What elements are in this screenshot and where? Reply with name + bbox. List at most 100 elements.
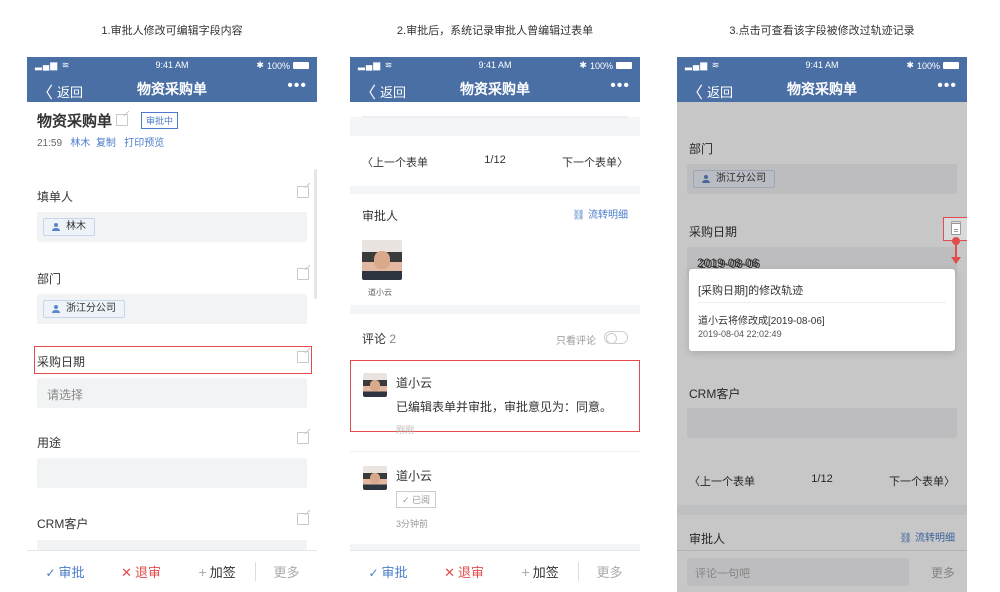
comment1-avatar [363, 373, 387, 397]
add-sign-button[interactable]: + 加签 [179, 562, 255, 581]
more-button[interactable]: 更多 [255, 562, 317, 581]
comment2-time: 3分钟前 [396, 519, 429, 529]
cross-icon: ✕ [444, 565, 456, 580]
bottom-action-bar: ✓ 审批 ✕ 退审 + 加签 更多 [27, 550, 317, 592]
phone-screen-3: ▂▄▆ ≋ 9:41 AM ✱ 100% 〈返回 物资采购单 ••• 部门 浙江分… [677, 57, 967, 592]
popup-change-text: 道小云将修改成[2019-08-06] [698, 316, 825, 327]
comment1-text: 已编辑表单并审批，审批意见为：同意。 [396, 400, 613, 414]
status-bar: ▂▄▆ ≋ 9:41 AM ✱ 100% [27, 57, 317, 73]
highlight-comment [350, 360, 640, 432]
user-chip: 林木 [43, 218, 95, 236]
popup-divider [698, 302, 946, 303]
nav-bar: 〈返回 物资采购单 ••• [677, 73, 967, 102]
edit-usage-icon[interactable] [297, 432, 309, 444]
page-title: 物资采购单 [137, 81, 207, 97]
nav-bar: 〈返回 物资采购单 ••• [27, 73, 317, 102]
popup-change-time: 2019-08-04 22:02:49 [698, 329, 782, 339]
caption-1: 1.审批人修改可编辑字段内容 [101, 25, 243, 37]
form-body: 物资采购单 审批中 21:59 林木 复制 打印预览 填单人 林木 部门 浙江分… [27, 102, 317, 570]
add-sign-button[interactable]: + 加签 [502, 562, 578, 581]
print-preview-link[interactable]: 打印预览 [124, 138, 164, 149]
edit-crm-icon[interactable] [297, 513, 309, 525]
next-form-button[interactable]: 下一个表单〉 [562, 154, 628, 170]
battery-percent: 100% [589, 60, 613, 71]
nav-bar: 〈返回 物资采购单 ••• [350, 73, 640, 102]
filler-field[interactable]: 林木 [37, 212, 307, 242]
comment1-time: 刚刚 [396, 425, 415, 435]
person-icon [52, 223, 60, 231]
history-icon-highlighted[interactable] [951, 223, 961, 235]
plus-icon: + [521, 564, 530, 580]
bluetooth-icon: ✱ [256, 60, 264, 70]
flow-icon: ⛓ [572, 210, 586, 221]
caption-2: 2.审批后，系统记录审批人曾编辑过表单 [396, 25, 594, 37]
meta-time: 21:59 [37, 138, 63, 149]
date-field[interactable]: 请选择 [37, 378, 307, 408]
form-pager: 〈上一个表单 1/12 下一个表单〉 [350, 136, 640, 186]
page-title: 物资采购单 [787, 81, 857, 97]
edit-dept-icon[interactable] [297, 268, 309, 280]
check-icon: ✓ [368, 566, 379, 580]
caption-3: 3.点击可查看该字段被修改过轨迹记录 [729, 25, 915, 37]
edit-filler-icon[interactable] [297, 186, 309, 198]
only-comments-toggle[interactable] [604, 331, 628, 344]
bluetooth-icon: ✱ [579, 60, 587, 70]
reject-button[interactable]: ✕ 退审 [426, 562, 502, 581]
status-bar: ▂▄▆ ≋ 9:41 AM ✱ 100% [677, 57, 967, 73]
date-label: 采购日期 [37, 355, 86, 369]
check-icon: ✓ [45, 566, 56, 580]
crm-label: CRM客户 [37, 517, 89, 531]
usage-label: 用途 [37, 436, 62, 450]
approver-section: 审批人 ⛓ 流转明细 道小云 [350, 194, 640, 305]
dept-field[interactable]: 浙江分公司 [37, 294, 307, 324]
comments-section: 评论 2 只看评论 道小云 已编辑表单并审批，审批意见为：同意。 刚刚 道小云 … [350, 314, 640, 544]
more-menu-button[interactable]: ••• [287, 77, 307, 95]
popup-title: [采购日期]的修改轨迹 [698, 285, 804, 297]
status-bar: ▂▄▆ ≋ 9:41 AM ✱ 100% [350, 57, 640, 73]
cross-icon: ✕ [121, 565, 133, 580]
date-placeholder: 请选择 [47, 388, 84, 402]
approve-button[interactable]: ✓ 审批 [27, 562, 103, 581]
comments-label: 评论 [362, 332, 387, 346]
bluetooth-icon: ✱ [906, 60, 914, 70]
history-popup: [采购日期]的修改轨迹 道小云将修改成[2019-08-06] 2019-08-… [689, 269, 955, 351]
comment2-avatar [363, 466, 387, 490]
comments-count: 2 [389, 332, 397, 346]
more-menu-button[interactable]: ••• [610, 77, 630, 95]
page-title: 物资采购单 [460, 81, 530, 97]
dept-label: 部门 [37, 272, 62, 286]
arrow-head-icon [951, 257, 961, 264]
flow-detail-link[interactable]: ⛓ 流转明细 [573, 206, 628, 221]
more-button[interactable]: 更多 [578, 562, 640, 581]
status-badge: 审批中 [141, 112, 179, 129]
battery-icon [943, 62, 959, 69]
meta-user: 林木 [70, 138, 91, 149]
scrollbar[interactable] [314, 169, 317, 299]
bottom-action-bar: ✓ 审批 ✕ 退审 + 加签 更多 [350, 550, 640, 592]
person-icon [52, 305, 60, 313]
separator-line [362, 116, 628, 118]
usage-field[interactable] [37, 458, 307, 488]
edit-date-icon[interactable] [297, 351, 309, 363]
approver-name: 道小云 [368, 288, 392, 297]
filler-label: 填单人 [37, 190, 74, 204]
more-menu-button[interactable]: ••• [937, 77, 957, 95]
plus-icon: + [198, 564, 207, 580]
previous-section [350, 102, 640, 117]
copy-link[interactable]: 复制 [96, 138, 116, 149]
battery-percent: 100% [266, 60, 290, 71]
read-badge: ✓ 已阅 [396, 491, 437, 508]
comment-divider [350, 451, 640, 452]
comment1-name: 道小云 [396, 376, 433, 390]
phone-screen-2: ▂▄▆ ≋ 9:41 AM ✱ 100% 〈返回 物资采购单 ••• 〈上一个表单… [350, 57, 640, 592]
approve-button[interactable]: ✓ 审批 [350, 562, 426, 581]
form-title: 物资采购单 [37, 113, 113, 130]
battery-icon [616, 62, 632, 69]
reject-button[interactable]: ✕ 退审 [103, 562, 179, 581]
battery-percent: 100% [916, 60, 940, 71]
edit-title-icon[interactable] [116, 114, 128, 126]
only-comments-label: 只看评论 [556, 336, 596, 347]
approver-label: 审批人 [362, 209, 399, 223]
dept-chip: 浙江分公司 [43, 300, 125, 318]
comment2-name: 道小云 [396, 469, 433, 483]
